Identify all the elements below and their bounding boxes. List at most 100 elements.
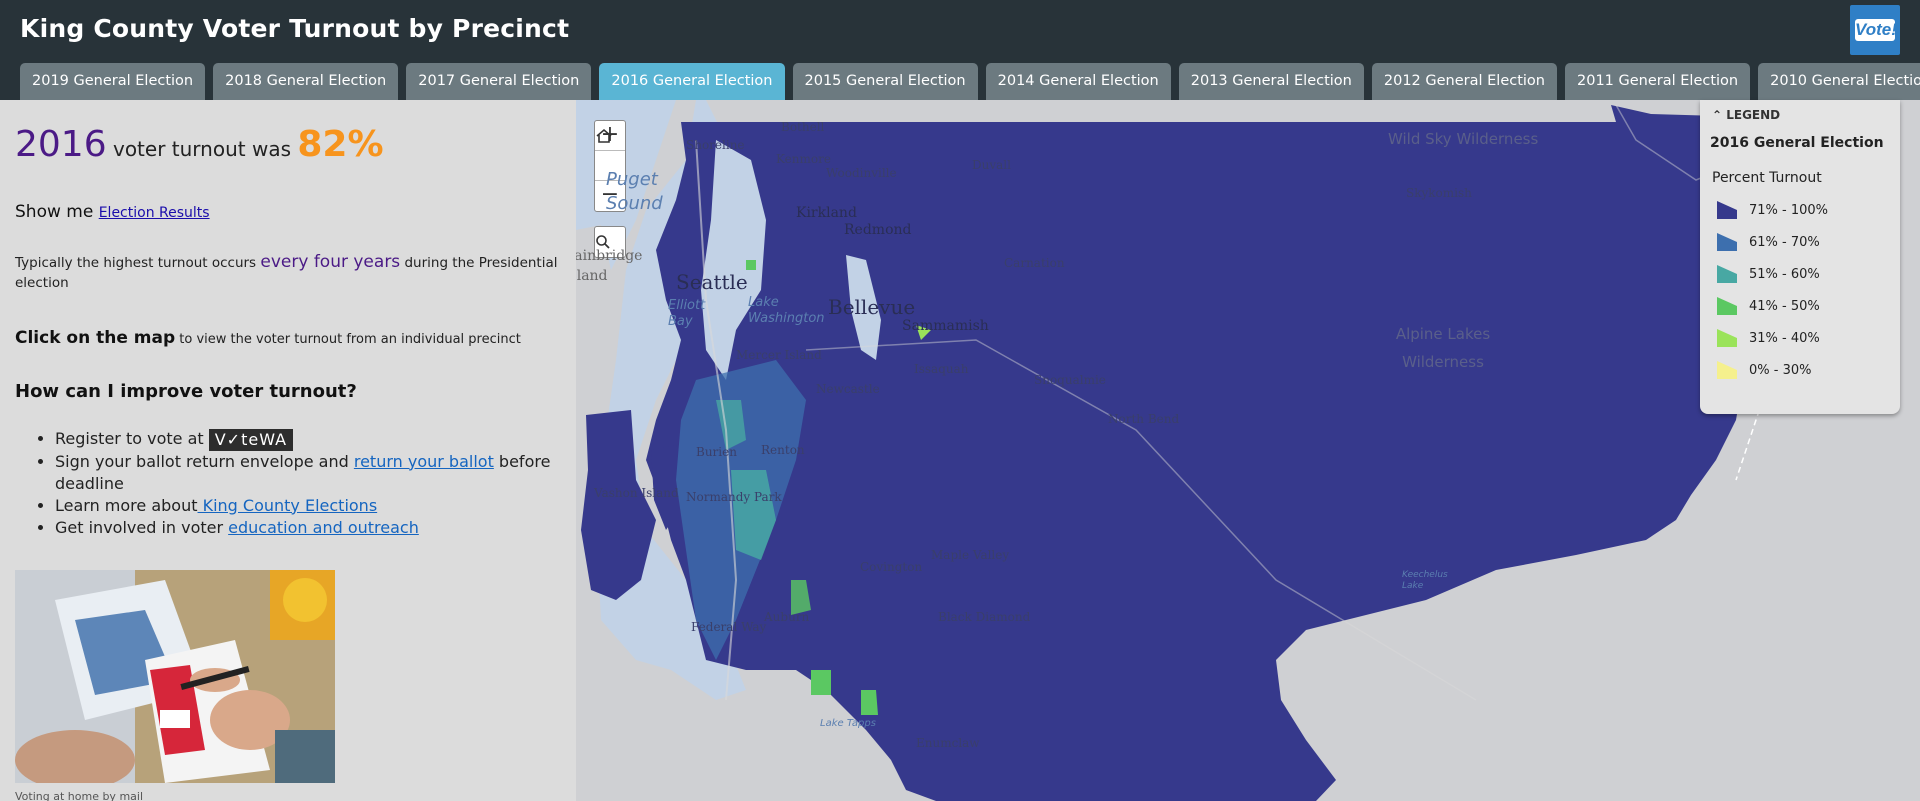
map-label-mercer: Mercer Island — [736, 348, 822, 362]
tab-2016[interactable]: 2016 General Election — [599, 63, 785, 100]
election-results-link[interactable]: Election Results — [99, 205, 210, 221]
map-label-north-bend: North Bend — [1108, 412, 1180, 426]
map-label-auburn: Auburn — [764, 610, 810, 624]
map-label-alpine: Alpine Lakes Wilderness — [1395, 325, 1491, 371]
page-title: King County Voter Turnout by Precinct — [20, 14, 570, 43]
legend-swatch — [1717, 265, 1737, 283]
app-header: King County Voter Turnout by Precinct Vo… — [0, 0, 1920, 100]
click-map-rest: to view the voter turnout from an indivi… — [175, 332, 521, 347]
map-label-kenmore: Kenmore — [776, 152, 831, 166]
involved-text: Get involved in voter — [55, 517, 229, 537]
map-label-snoqualmie: Snoqualmie — [1034, 373, 1106, 387]
click-map-bold: Click on the map — [15, 328, 176, 348]
legend-item: 0% - 30% — [1717, 360, 1811, 380]
map-label-vashon: Vashon Island — [594, 486, 679, 500]
tab-2015[interactable]: 2015 General Election — [792, 63, 978, 100]
map-label-sammamish: Sammamish — [902, 318, 989, 334]
map-label-kirkland: Kirkland — [796, 205, 857, 221]
legend-item: 61% - 70% — [1717, 232, 1820, 252]
legend-label: 0% - 30% — [1749, 362, 1812, 378]
improve-heading: How can I improve voter turnout? — [15, 381, 357, 402]
sign-text: Sign your ballot return envelope and — [55, 451, 354, 471]
list-item: Get involved in voter education and outr… — [55, 517, 555, 539]
home-icon — [596, 128, 612, 143]
map-label-bothell: Bothell — [781, 120, 825, 134]
tips-list: Register to vote at V✓teWA Sign your bal… — [55, 428, 555, 539]
list-item: Sign your ballot return envelope and ret… — [55, 451, 555, 495]
map-label-wild-sky: Wild Sky Wilderness — [1388, 130, 1539, 148]
tab-2011[interactable]: 2011 General Election — [1565, 63, 1751, 100]
photo-caption: Voting at home by mail — [15, 790, 144, 801]
tab-2013[interactable]: 2013 General Election — [1178, 63, 1364, 100]
election-tabs: 2019 General Election 2018 General Elect… — [20, 63, 1920, 100]
votewa-logo[interactable]: V✓teWA — [208, 428, 294, 451]
map-label-redmond: Redmond — [844, 222, 912, 238]
legend-header[interactable]: ⌃ LEGEND — [1712, 108, 1780, 122]
map-label-skykomish: Skykomish — [1406, 186, 1472, 200]
turnout-summary: 2016 voter turnout was 82% — [15, 124, 384, 165]
return-ballot-link[interactable]: return your ballot — [354, 452, 494, 471]
legend-header-label: LEGEND — [1726, 108, 1781, 122]
map-label-carnation: Carnation — [1004, 256, 1065, 270]
learn-text: Learn more about — [55, 495, 198, 515]
legend-subtitle: 2016 General Election — [1710, 135, 1884, 151]
legend-label: 51% - 60% — [1749, 266, 1820, 282]
turnout-year: 2016 — [15, 124, 107, 165]
register-text: Register to vote at — [55, 429, 209, 448]
legend-label: 31% - 40% — [1749, 330, 1820, 346]
map-label-shoreline: Shoreline — [686, 138, 745, 152]
legend-swatch — [1717, 329, 1737, 347]
every-four-years: every four years — [260, 252, 401, 272]
map-label-lake-wa: Lake Washington — [748, 295, 825, 326]
map-label-bellevue: Bellevue — [828, 295, 916, 319]
vote-logo: Vote! — [1850, 5, 1900, 55]
tab-2019[interactable]: 2019 General Election — [20, 63, 206, 100]
map-label-enumclaw: Enumclaw — [916, 736, 980, 750]
legend-field: Percent Turnout — [1712, 170, 1822, 186]
show-me-label: Show me — [15, 202, 99, 222]
typically-text: Typically the highest turnout occurs eve… — [15, 252, 560, 293]
map-label-woodinville: Woodinville — [826, 166, 897, 180]
vote-logo-text: Vote! — [1855, 19, 1897, 41]
turnout-text: voter turnout was — [106, 137, 298, 161]
map-label-normandy: Normandy Park — [686, 490, 782, 504]
list-item: Learn more about King County Elections — [55, 495, 555, 517]
tab-2010[interactable]: 2010 General Election — [1758, 63, 1920, 100]
info-panel: 2016 voter turnout was 82% Show me Elect… — [0, 100, 576, 801]
map-label-renton: Renton — [761, 443, 805, 457]
click-map-text: Click on the map to view the voter turno… — [15, 328, 521, 348]
legend-item: 41% - 50% — [1717, 296, 1820, 316]
education-link[interactable]: education and outreach — [228, 518, 419, 537]
tab-2014[interactable]: 2014 General Election — [985, 63, 1171, 100]
legend-label: 41% - 50% — [1749, 298, 1820, 314]
tab-2012[interactable]: 2012 General Election — [1371, 63, 1557, 100]
legend-swatch — [1717, 297, 1737, 315]
legend-label: 71% - 100% — [1749, 202, 1829, 218]
map-label-duvall: Duvall — [972, 158, 1011, 172]
legend-item: 71% - 100% — [1717, 200, 1828, 220]
legend-swatch — [1717, 361, 1737, 379]
map-label-black-diamond: Black Diamond — [938, 610, 1031, 624]
voting-photo — [15, 570, 335, 783]
legend-item: 31% - 40% — [1717, 328, 1820, 348]
map-label-federal-way: Federal Way — [691, 620, 767, 634]
tab-2018[interactable]: 2018 General Election — [213, 63, 399, 100]
map-label-lake-tapps: Lake Tapps — [820, 718, 876, 729]
legend-swatch — [1717, 201, 1737, 219]
tab-2017[interactable]: 2017 General Election — [406, 63, 592, 100]
map-label-seattle: Seattle — [676, 270, 748, 294]
map-label-elliott: Elliott Bay — [668, 298, 706, 329]
map-label-burien: Burien — [696, 445, 737, 459]
legend-item: 51% - 60% — [1717, 264, 1820, 284]
map-label-bainbridge: Bainbridge Island — [576, 248, 643, 284]
typically-a: Typically the highest turnout occurs — [15, 255, 261, 271]
map-label-newcastle: Newcastle — [816, 382, 880, 396]
turnout-percent: 82% — [297, 124, 384, 165]
map-label-issaquah: Issaquah — [914, 362, 969, 376]
map-label-puget: Puget Sound — [606, 169, 663, 214]
map-legend: ⌃ LEGEND 2016 General Election Percent T… — [1700, 100, 1900, 414]
list-item: Register to vote at V✓teWA — [55, 428, 555, 451]
legend-swatch — [1717, 233, 1737, 251]
legend-label: 61% - 70% — [1749, 234, 1820, 250]
kce-link[interactable]: King County Elections — [198, 496, 378, 515]
